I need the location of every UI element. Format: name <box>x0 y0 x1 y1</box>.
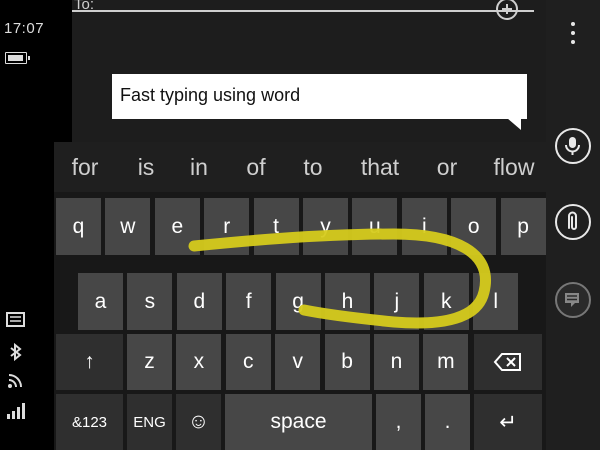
bluetooth-icon <box>10 342 22 362</box>
message-bubble-tail <box>507 118 521 130</box>
key-h[interactable]: h <box>325 273 370 330</box>
wifi-icon <box>8 374 22 388</box>
suggestion-item[interactable]: for <box>72 154 99 181</box>
key-a[interactable]: a <box>78 273 123 330</box>
key-l[interactable]: l <box>473 273 519 330</box>
suggestion-item[interactable]: is <box>138 154 155 181</box>
key-y[interactable]: y <box>303 198 348 255</box>
shift-key[interactable]: ↑ <box>56 334 123 390</box>
key-z[interactable]: z <box>127 334 172 390</box>
key-t[interactable]: t <box>253 198 299 255</box>
microphone-icon <box>565 137 580 155</box>
key-g[interactable]: g <box>275 273 321 330</box>
backspace-key[interactable] <box>474 334 542 390</box>
key-p[interactable]: p <box>500 198 546 255</box>
key-q[interactable]: q <box>56 198 101 255</box>
battery-icon <box>5 52 30 64</box>
key-v[interactable]: v <box>275 334 321 390</box>
to-label: To: <box>74 0 95 13</box>
suggestion-item[interactable]: flow <box>494 154 535 181</box>
enter-key[interactable]: ↵ <box>474 394 542 450</box>
quick-reply-button[interactable] <box>555 282 591 318</box>
space-key[interactable]: space <box>225 394 372 450</box>
key-d[interactable]: d <box>176 273 222 330</box>
quick-reply-icon <box>565 293 579 307</box>
message-icon <box>6 312 25 327</box>
key-m[interactable]: m <box>423 334 469 390</box>
attachment-icon <box>568 211 577 230</box>
key-b[interactable]: b <box>324 334 370 390</box>
keyboard: for is in of to that or flow qwertyuiop asdfghjk… <box>54 142 546 450</box>
key-j[interactable]: j <box>374 273 420 330</box>
status-bar: 17:07 <box>0 0 44 450</box>
microphone-button[interactable] <box>555 128 591 164</box>
suggestion-item[interactable]: or <box>437 154 457 181</box>
key-r[interactable]: r <box>204 198 250 255</box>
suggestion-bar: for is in of to that or flow <box>54 142 546 192</box>
backspace-icon <box>493 353 521 371</box>
signal-icon <box>7 403 25 419</box>
compose-area: To: <box>72 0 546 142</box>
message-text: Fast typing using word <box>120 85 301 105</box>
key-n[interactable]: n <box>374 334 419 390</box>
emoji-key[interactable]: ☺ <box>176 394 221 450</box>
key-u[interactable]: u <box>352 198 398 255</box>
app-bar <box>546 0 600 450</box>
numbers-key[interactable]: &123 <box>56 394 123 450</box>
attachment-button[interactable] <box>555 204 591 240</box>
suggestion-item[interactable]: of <box>246 154 265 181</box>
more-icon[interactable] <box>564 22 582 52</box>
to-field[interactable]: To: <box>72 0 534 20</box>
key-c[interactable]: c <box>225 334 271 390</box>
language-key[interactable]: ENG <box>127 394 172 450</box>
suggestion-item[interactable]: that <box>361 154 399 181</box>
key-f[interactable]: f <box>226 273 272 330</box>
key-o[interactable]: o <box>451 198 497 255</box>
clock: 17:07 <box>4 20 45 37</box>
comma-key[interactable]: , <box>376 394 421 450</box>
key-w[interactable]: w <box>105 198 151 255</box>
add-recipient-icon[interactable] <box>496 0 518 20</box>
suggestion-item[interactable]: in <box>190 154 208 181</box>
key-s[interactable]: s <box>127 273 173 330</box>
key-x[interactable]: x <box>176 334 222 390</box>
period-key[interactable]: . <box>425 394 470 450</box>
message-input[interactable]: Fast typing using word <box>112 74 527 119</box>
key-i[interactable]: i <box>401 198 447 255</box>
suggestion-item[interactable]: to <box>303 154 322 181</box>
key-k[interactable]: k <box>423 273 469 330</box>
key-e[interactable]: e <box>154 198 200 255</box>
